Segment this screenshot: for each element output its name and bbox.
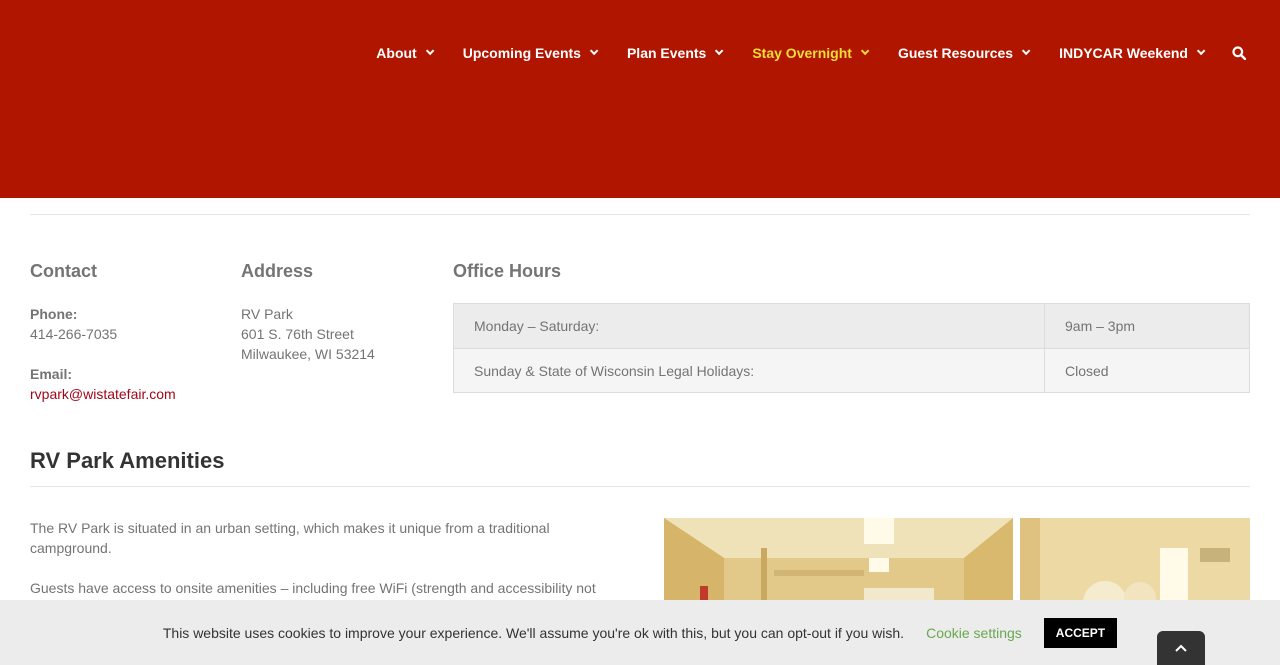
nav-item-label: Stay Overnight — [752, 45, 852, 61]
phone-number: 414-266-7035 — [30, 326, 118, 342]
address-block: RV Park 601 S. 76th Street Milwaukee, WI… — [241, 304, 375, 364]
site-header: About Upcoming Events Plan Events Stay O… — [0, 0, 1280, 198]
chevron-up-icon — [1175, 644, 1187, 652]
nav-item-guest-resources[interactable]: Guest Resources — [897, 0, 1031, 106]
chevron-down-icon — [1196, 46, 1206, 56]
table-row: Monday – Saturday: 9am – 3pm — [454, 304, 1249, 348]
table-row: Sunday & State of Wisconsin Legal Holida… — [454, 348, 1249, 392]
chevron-down-icon — [425, 46, 435, 56]
office-hours-table: Monday – Saturday: 9am – 3pm Sunday & St… — [453, 303, 1250, 393]
phone-label: Phone: — [30, 306, 78, 322]
divider — [30, 486, 1250, 487]
nav-item-label: Guest Resources — [897, 45, 1014, 61]
search-icon — [1232, 46, 1246, 60]
nav-item-label: Upcoming Events — [462, 45, 581, 61]
email-label: Email: — [30, 366, 73, 382]
nav-item-label: INDYCAR Weekend — [1059, 45, 1188, 61]
nav-item-indycar-weekend[interactable]: INDYCAR Weekend — [1059, 0, 1206, 106]
nav-item-plan-events[interactable]: Plan Events — [626, 0, 724, 106]
address-line: 601 S. 76th Street — [241, 326, 354, 342]
scroll-to-top-button[interactable] — [1157, 631, 1205, 665]
chevron-down-icon — [715, 46, 724, 56]
hours-days-cell: Monday – Saturday: — [454, 304, 1045, 348]
address-line: Milwaukee, WI 53214 — [241, 346, 375, 362]
cookie-consent-bar: This website uses cookies to improve you… — [0, 600, 1280, 665]
hours-days-cell: Sunday & State of Wisconsin Legal Holida… — [454, 349, 1045, 392]
nav-item-stay-overnight[interactable]: Stay Overnight — [752, 0, 870, 106]
amenities-paragraph: Guests have access to onsite amenities –… — [30, 580, 596, 596]
office-hours-title: Office Hours — [453, 261, 562, 281]
address-line: RV Park — [241, 306, 293, 322]
main-nav: About Upcoming Events Plan Events Stay O… — [344, 0, 1280, 106]
address-title: Address — [241, 261, 314, 281]
divider — [30, 214, 1250, 215]
amenities-title: RV Park Amenities — [30, 448, 225, 473]
nav-item-about[interactable]: About — [376, 0, 435, 106]
amenities-paragraph: The RV Park is situated in an urban sett… — [30, 520, 550, 556]
hours-time-cell: 9am – 3pm — [1065, 318, 1136, 334]
chevron-down-icon — [1021, 46, 1031, 56]
chevron-down-icon — [589, 46, 599, 56]
hours-time-cell: Closed — [1065, 362, 1109, 379]
cookie-message: This website uses cookies to improve you… — [162, 624, 905, 641]
chevron-down-icon — [860, 46, 870, 56]
email-link[interactable]: rvpark@wistatefair.com — [30, 386, 176, 402]
contact-phone-block: Phone: 414-266-7035 — [30, 304, 117, 344]
contact-title: Contact — [30, 261, 97, 281]
nav-item-upcoming-events[interactable]: Upcoming Events — [462, 0, 599, 106]
nav-item-label: About — [376, 45, 417, 61]
cookie-accept-button[interactable]: ACCEPT — [1043, 617, 1118, 648]
contact-email-block: Email: rvpark@wistatefair.com — [30, 364, 176, 404]
cookie-settings-link[interactable]: Cookie settings — [926, 625, 1022, 641]
nav-item-label: Plan Events — [626, 45, 707, 61]
search-button[interactable] — [1232, 0, 1250, 106]
